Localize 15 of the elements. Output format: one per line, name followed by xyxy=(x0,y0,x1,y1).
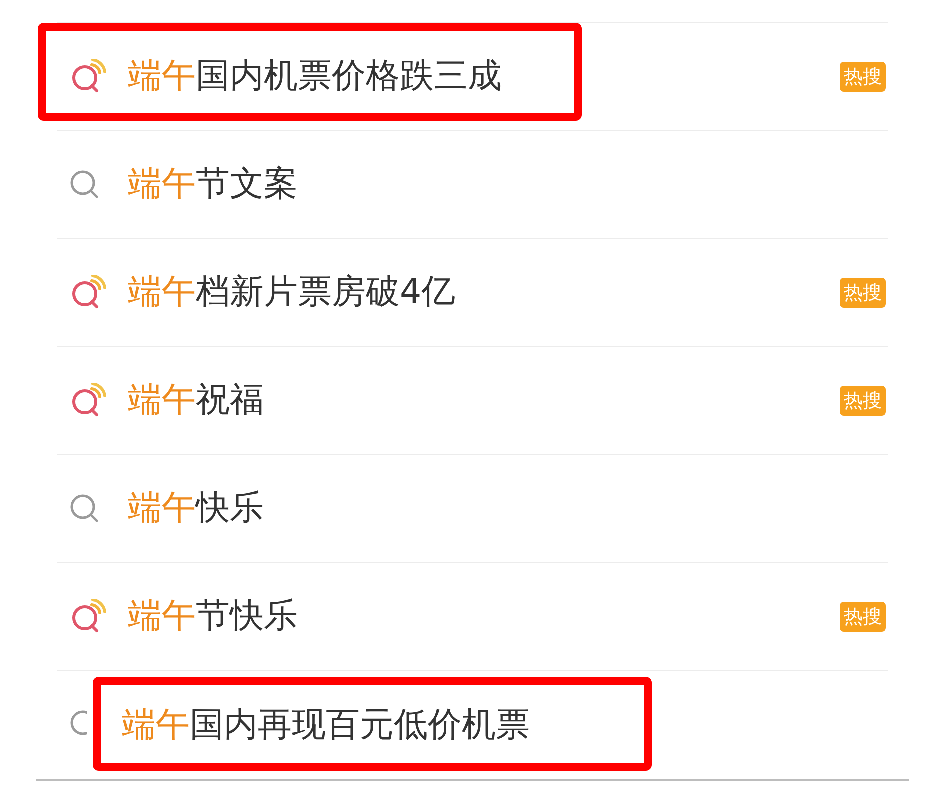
hot-search-icon xyxy=(70,598,108,634)
suggestion-text[interactable]: 端午档新片票房破4亿 xyxy=(128,267,456,318)
suggestion-text[interactable]: 端午节快乐 xyxy=(128,591,298,642)
suggestion-text[interactable]: 端午快乐 xyxy=(128,483,264,534)
suggestion-text[interactable]: 端午祝福 xyxy=(128,375,264,426)
hot-search-icon xyxy=(70,382,108,418)
hot-badge: 热搜 xyxy=(840,386,886,416)
hot-search-icon xyxy=(70,58,108,94)
suggestion-text[interactable]: 端午国内再现百元低价机票 xyxy=(122,700,530,750)
hot-badge: 热搜 xyxy=(840,278,886,308)
hot-badge: 热搜 xyxy=(840,62,886,92)
hot-badge: 热搜 xyxy=(840,602,886,632)
suggestion-text[interactable]: 端午节文案 xyxy=(128,159,298,210)
hot-search-icon xyxy=(70,274,108,310)
suggestion-text[interactable]: 端午国内机票价格跌三成 xyxy=(128,51,502,102)
